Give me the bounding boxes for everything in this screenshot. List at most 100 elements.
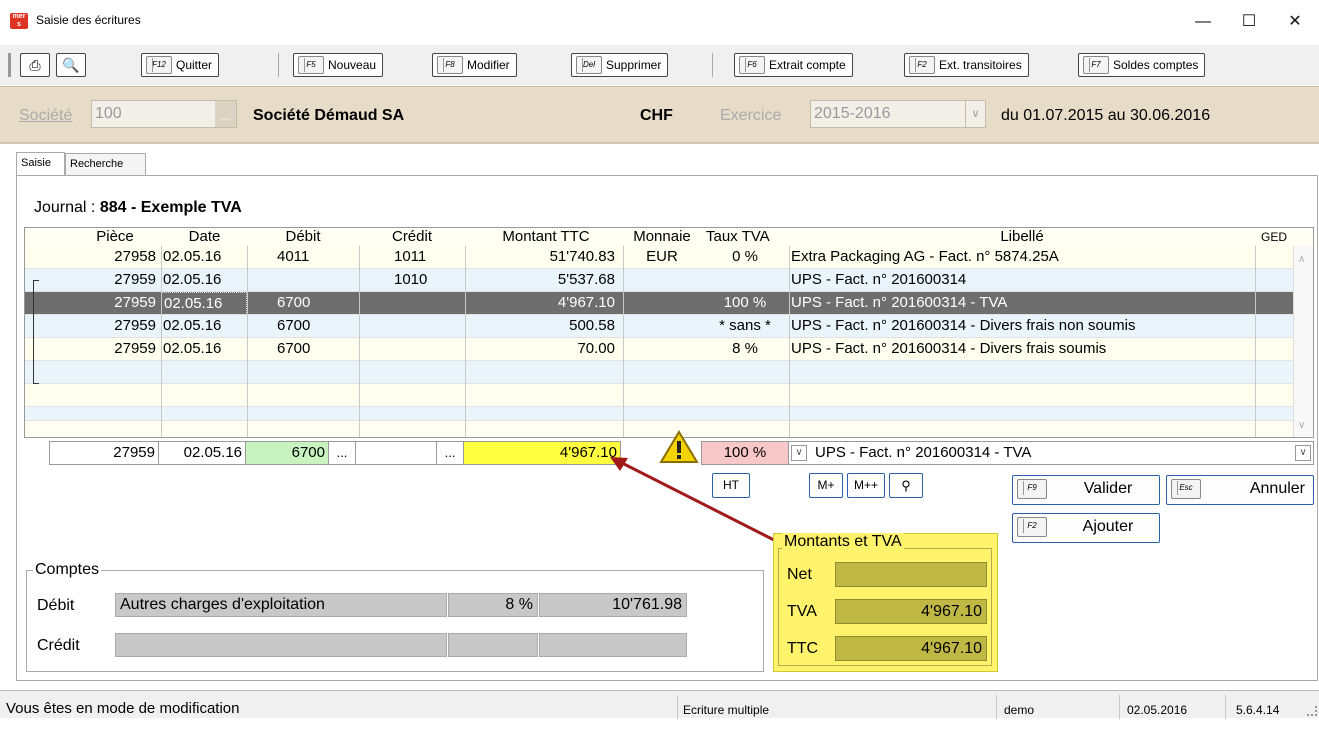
grid-line (161, 246, 162, 437)
cell-taux: 8 % (732, 340, 758, 357)
comptes-title: Comptes (33, 561, 102, 579)
debit-account-rate-value: 8 % (505, 596, 533, 613)
extrait-compte-button[interactable]: F6 Extrait compte (734, 53, 853, 77)
soldes-comptes-button[interactable]: F7 Soldes comptes (1078, 53, 1206, 77)
cell-montant: 70.00 (577, 340, 615, 357)
societe-label: Société (19, 107, 73, 124)
table-row[interactable]: 27959 02.05.16 1010 5'537.68 UPS - Fact.… (25, 269, 1295, 292)
entries-grid[interactable]: Pièce Date Débit Crédit Montant TTC Monn… (24, 227, 1314, 438)
empty-row[interactable] (25, 407, 1295, 421)
ext-transitoires-button[interactable]: F2 Ext. transitoires (904, 53, 1029, 77)
nouveau-label: Nouveau (328, 58, 377, 72)
entry-piece-value: 27959 (113, 444, 155, 461)
toolbar: ⎙ 🔍 F12 Quitter F5 Nouveau F8 Modifier Del S… (0, 45, 1319, 85)
modifier-button[interactable]: F8 Modifier (432, 53, 517, 77)
cell-debit (277, 269, 359, 292)
status-separator (996, 695, 997, 719)
title-bar: mer s Saisie des écritures — ☐ ✕ (0, 0, 1319, 42)
grid-scrollbar[interactable]: ∧ ∨ (1293, 246, 1313, 437)
status-entry-type: Ecriture multiple (683, 703, 770, 717)
entry-debit-field[interactable]: 6700 (245, 441, 329, 465)
tab-saisie[interactable]: Saisie (16, 152, 65, 175)
resize-grip[interactable] (1307, 706, 1317, 716)
comptes-credit-label: Crédit (37, 637, 80, 654)
quitter-button[interactable]: F12 Quitter (141, 53, 220, 77)
societe-lookup-button[interactable]: ... (215, 101, 236, 127)
table-row[interactable]: 27959 02.05.16 6700 500.58 * sans * UPS … (25, 315, 1295, 338)
table-row[interactable]: 27958 02.05.16 4011 1011 51'740.83 EUR 0… (25, 246, 1295, 269)
window-title: Saisie des écritures (36, 13, 141, 27)
ajouter-button[interactable]: F2 Ajouter (1012, 513, 1160, 543)
scroll-down-icon[interactable]: ∨ (1298, 420, 1305, 431)
f2-key-icon: F2 (1017, 517, 1047, 537)
entry-date-field[interactable]: 02.05.16 (158, 441, 246, 465)
empty-row[interactable] (25, 384, 1295, 407)
column-header-piece[interactable]: Pièce (75, 228, 155, 246)
preview-button[interactable]: 🔍 (56, 53, 86, 77)
minimize-icon[interactable]: — (1180, 8, 1226, 36)
m-plus-button[interactable]: M+ (809, 473, 843, 498)
column-header-debit[interactable]: Débit (247, 228, 359, 246)
status-mode: Vous êtes en mode de modification (6, 700, 240, 717)
m-plus-plus-button[interactable]: M++ (847, 473, 885, 498)
entry-montant-field[interactable]: 4'967.10 (463, 441, 621, 465)
column-header-montant[interactable]: Montant TTC (465, 228, 627, 246)
nouveau-button[interactable]: F5 Nouveau (293, 53, 384, 77)
cell-monnaie (623, 269, 701, 292)
tva-box-title: Montants et TVA (782, 533, 904, 551)
chevron-down-icon[interactable]: ∨ (1295, 445, 1311, 461)
valider-button[interactable]: F9 Valider (1012, 475, 1160, 505)
credit-lookup-button[interactable]: ... (436, 441, 464, 465)
cell-libelle: UPS - Fact. n° 201600314 - Divers frais … (791, 340, 1107, 357)
tab-recherche[interactable]: Recherche (65, 153, 146, 175)
column-header-ged[interactable]: GED🗑 (1255, 228, 1287, 262)
magnifier-icon: ⚲ (901, 478, 911, 493)
ht-button[interactable]: HT (712, 473, 750, 498)
credit-account-rate (448, 633, 538, 657)
del-key-icon: Del (576, 56, 602, 74)
cell-piece: 27958 (114, 248, 156, 265)
annuler-button[interactable]: Esc Annuler (1166, 475, 1314, 505)
exercice-select[interactable]: 2015-2016 ∨ (810, 100, 986, 128)
cell-date: 02.05.16 (161, 292, 247, 315)
supprimer-button[interactable]: Del Supprimer (571, 53, 669, 77)
cell-date: 02.05.16 (163, 317, 222, 334)
entry-piece-field[interactable]: 27959 (49, 441, 159, 465)
entry-libelle-select[interactable]: ∨ UPS - Fact. n° 201600314 - TVA ∨ (788, 441, 1314, 465)
column-header-monnaie[interactable]: Monnaie (623, 228, 701, 246)
cell-libelle: UPS - Fact. n° 201600314 - Divers frais … (791, 317, 1136, 334)
column-header-taux[interactable]: Taux TVA (701, 228, 791, 246)
ajouter-label: Ajouter (1082, 518, 1134, 535)
app-icon: mer s (10, 13, 28, 29)
cell-piece: 27959 (114, 294, 156, 311)
cell-debit: 6700 (277, 340, 311, 357)
journal-title: Journal : 884 - Exemple TVA (34, 199, 242, 217)
column-header-credit[interactable]: Crédit (359, 228, 465, 246)
cell-piece: 27959 (114, 340, 156, 357)
close-icon[interactable]: ✕ (1272, 8, 1318, 36)
grid-line (359, 246, 360, 437)
search-button[interactable]: ⚲ (889, 473, 923, 498)
print-preview-icon: 🔍 (62, 57, 80, 73)
cell-taux: * sans * (719, 317, 771, 334)
empty-row[interactable] (25, 361, 1295, 384)
ext-transitoires-label: Ext. transitoires (939, 58, 1022, 72)
scroll-up-icon[interactable]: ∧ (1298, 254, 1305, 265)
debit-lookup-button[interactable]: ... (328, 441, 356, 465)
column-header-date[interactable]: Date (162, 228, 247, 246)
chevron-down-icon[interactable]: ∨ (791, 445, 807, 461)
entry-libelle-value: UPS - Fact. n° 201600314 - TVA (815, 444, 1032, 461)
cell-credit (394, 315, 465, 338)
column-header-libelle[interactable]: Libellé (789, 228, 1255, 246)
table-row-selected[interactable]: 27959 02.05.16 6700 4'967.10 100 % UPS -… (25, 292, 1295, 315)
tva-value: 4'967.10 (921, 603, 982, 620)
status-date: 02.05.2016 (1127, 703, 1188, 717)
net-value-field (835, 562, 987, 587)
table-row[interactable]: 27959 02.05.16 6700 70.00 8 % UPS - Fact… (25, 338, 1295, 361)
printer-icon: ⎙ (29, 57, 41, 73)
credit-account-name (115, 633, 447, 657)
maximize-icon[interactable]: ☐ (1226, 8, 1272, 36)
soldes-comptes-label: Soldes comptes (1113, 58, 1199, 72)
entry-credit-field[interactable] (355, 441, 437, 465)
print-button[interactable]: ⎙ (20, 53, 50, 77)
